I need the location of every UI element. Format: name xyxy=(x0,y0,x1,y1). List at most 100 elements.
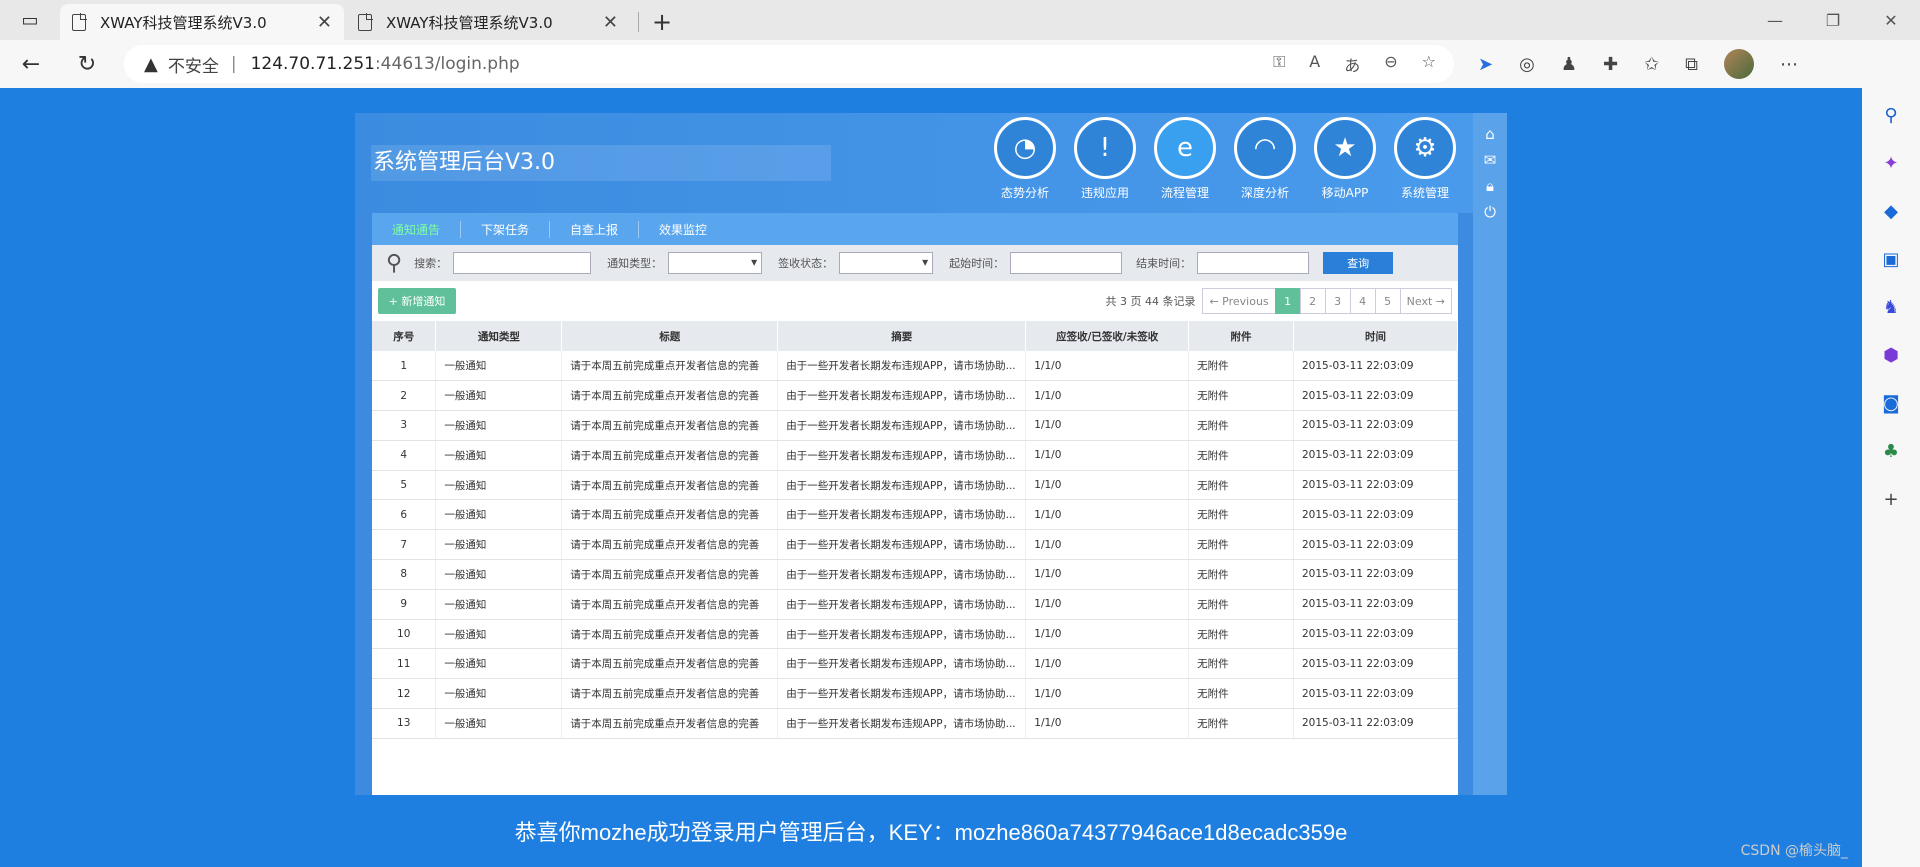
table-cell: 1/1/0 xyxy=(1025,619,1190,650)
module-label: 流程管理 xyxy=(1160,186,1209,200)
page-button-3[interactable]: 3 xyxy=(1324,288,1351,314)
page-button-5[interactable]: 5 xyxy=(1374,288,1401,314)
search-icon[interactable]: ⚲ xyxy=(1880,104,1902,126)
table-cell: 1/1/0 xyxy=(1025,708,1190,739)
zoom-out-icon[interactable]: ⊖ xyxy=(1384,52,1397,76)
collections-icon[interactable]: ⧉ xyxy=(1685,54,1698,75)
profile-avatar[interactable] xyxy=(1724,49,1754,79)
next-page-button[interactable]: Next → xyxy=(1399,288,1452,314)
table-cell: 由于一些开发者长期发布违规APP，请市场协助... xyxy=(777,559,1027,590)
new-tab-button[interactable]: + xyxy=(647,4,677,40)
close-window-icon[interactable]: ✕ xyxy=(1862,0,1920,40)
close-tab-icon[interactable]: ✕ xyxy=(603,12,618,33)
mail-icon[interactable]: ✉ xyxy=(1484,151,1497,169)
insecure-label[interactable]: 不安全 xyxy=(168,52,219,77)
close-tab-icon[interactable]: ✕ xyxy=(317,12,332,33)
table-header-row: 序号 通知类型 标题 摘要 应签收/已签收/未签收 附件 时间 xyxy=(372,321,1458,351)
table-row[interactable]: 13 一般通知 请于本周五前完成重点开发者信息的完善 由于一些开发者长期发布违规APP… xyxy=(372,708,1458,739)
table-row[interactable]: 4 一般通知 请于本周五前完成重点开发者信息的完善 由于一些开发者长期发布违规APP，… xyxy=(372,440,1458,471)
outlook-icon[interactable]: ◙ xyxy=(1880,392,1902,414)
restore-icon[interactable]: ❐ xyxy=(1804,0,1862,40)
favorites-icon[interactable]: ✩ xyxy=(1644,54,1659,75)
table-cell: 由于一些开发者长期发布违规APP，请市场协助... xyxy=(777,648,1027,680)
query-button[interactable]: 查询 xyxy=(1323,252,1394,274)
people-icon[interactable]: ♞ xyxy=(1880,296,1902,318)
subtab-1[interactable]: 通知通告 xyxy=(392,220,462,238)
table-cell: 请于本周五前完成重点开发者信息的完善 xyxy=(561,470,779,501)
module-4[interactable]: ◠ 深度分析 xyxy=(1230,117,1300,201)
table-cell: 6 xyxy=(372,499,437,531)
refresh-icon[interactable]: ↻ xyxy=(62,44,112,84)
table-row[interactable]: 12 一般通知 请于本周五前完成重点开发者信息的完善 由于一些开发者长期发布违规APP… xyxy=(372,678,1458,710)
start-time-input[interactable] xyxy=(1010,252,1123,274)
back-arrow-icon[interactable]: ← xyxy=(6,44,56,84)
table-cell: 2015-03-11 22:03:09 xyxy=(1293,410,1458,441)
home-icon[interactable]: ⌂ xyxy=(1485,125,1495,143)
previous-page-button[interactable]: ← Previous xyxy=(1202,288,1276,314)
table-row[interactable]: 1 一般通知 请于本周五前完成重点开发者信息的完善 由于一些开发者长期发布违规APP，… xyxy=(372,351,1458,382)
tab-actions-icon[interactable]: ▭ xyxy=(0,0,60,40)
sign-status-select[interactable] xyxy=(839,252,934,274)
page-button-1[interactable]: 1 xyxy=(1274,288,1301,314)
extension-spy-icon[interactable]: ♟ xyxy=(1561,54,1577,75)
module-5[interactable]: ★ 移动APP xyxy=(1310,117,1380,201)
window-controls: — ❐ ✕ xyxy=(1746,0,1920,40)
table-row[interactable]: 3 一般通知 请于本周五前完成重点开发者信息的完善 由于一些开发者长期发布违规APP，… xyxy=(372,410,1458,441)
table-row[interactable]: 9 一般通知 请于本周五前完成重点开发者信息的完善 由于一些开发者长期发布违规APP，… xyxy=(372,589,1458,620)
power-icon[interactable]: ⏻ xyxy=(1484,203,1496,221)
page-button-2[interactable]: 2 xyxy=(1299,288,1326,314)
page-button-4[interactable]: 4 xyxy=(1349,288,1376,314)
tools-icon[interactable]: ▣ xyxy=(1880,248,1902,270)
shopping-tag-icon[interactable]: ◆ xyxy=(1880,200,1902,222)
key-icon[interactable]: ⚿ xyxy=(1273,52,1285,76)
read-aloud-icon[interactable]: A xyxy=(1309,52,1320,76)
address-bar-icons: ⚿ A あ ⊖ ☆ xyxy=(1273,52,1454,76)
module-1[interactable]: ◔ 态势分析 xyxy=(990,117,1060,201)
module-6[interactable]: ⚙ 系统管理 xyxy=(1390,117,1460,201)
lock-icon[interactable]: 🔒︎ xyxy=(1486,177,1494,195)
office-icon[interactable]: ⬢ xyxy=(1880,344,1902,366)
settings-window-icon: ⚙ xyxy=(1394,117,1456,179)
table-cell: 一般通知 xyxy=(435,380,563,412)
table-cell: 2015-03-11 22:03:09 xyxy=(1293,440,1458,471)
extensions-icon[interactable]: ✚ xyxy=(1603,54,1618,75)
extension-bird-icon[interactable]: ➤ xyxy=(1478,54,1493,75)
table-row[interactable]: 5 一般通知 请于本周五前完成重点开发者信息的完善 由于一些开发者长期发布违规APP，… xyxy=(372,470,1458,501)
subtab-3[interactable]: 自查上报 xyxy=(550,220,640,238)
more-menu-icon[interactable]: ⋯ xyxy=(1780,54,1798,75)
table-row[interactable]: 8 一般通知 请于本周五前完成重点开发者信息的完善 由于一些开发者长期发布违规APP，… xyxy=(372,559,1458,590)
add-icon[interactable]: + xyxy=(1880,488,1902,510)
copilot-icon[interactable]: ✦ xyxy=(1880,152,1902,174)
table-cell: 无附件 xyxy=(1188,529,1294,561)
table-cell: 11 xyxy=(372,648,437,680)
tree-icon[interactable]: ♣ xyxy=(1880,440,1902,462)
table-cell: 请于本周五前完成重点开发者信息的完善 xyxy=(561,589,779,620)
table-row[interactable]: 11 一般通知 请于本周五前完成重点开发者信息的完善 由于一些开发者长期发布违规APP… xyxy=(372,648,1458,680)
notice-type-select[interactable] xyxy=(668,252,763,274)
table-cell: 13 xyxy=(372,708,437,739)
subtab-2[interactable]: 下架任务 xyxy=(461,220,551,238)
translate-icon[interactable]: あ xyxy=(1344,52,1360,76)
table-cell: 9 xyxy=(372,589,437,620)
extension-circle-icon[interactable]: ◎ xyxy=(1519,54,1535,75)
column-header: 标题 xyxy=(561,321,779,351)
address-bar[interactable]: ▲ 不安全 | 124.70.71.251 :44613/login.php ⚿… xyxy=(124,45,1454,83)
table-row[interactable]: 7 一般通知 请于本周五前完成重点开发者信息的完善 由于一些开发者长期发布违规APP，… xyxy=(372,529,1458,561)
add-notice-button[interactable]: + 新增通知 xyxy=(378,288,456,314)
end-time-input[interactable] xyxy=(1197,252,1310,274)
module-3[interactable]: e 流程管理 xyxy=(1150,117,1220,201)
table-cell: 无附件 xyxy=(1188,648,1294,680)
module-2[interactable]: ! 违规应用 xyxy=(1070,117,1140,201)
table-row[interactable]: 6 一般通知 请于本周五前完成重点开发者信息的完善 由于一些开发者长期发布违规APP，… xyxy=(372,499,1458,531)
minimize-icon[interactable]: — xyxy=(1746,0,1804,40)
table-row[interactable]: 2 一般通知 请于本周五前完成重点开发者信息的完善 由于一些开发者长期发布违规APP，… xyxy=(372,380,1458,412)
browser-tab-2[interactable]: XWAY科技管理系统V3.0 ✕ xyxy=(346,4,630,40)
document-icon xyxy=(72,12,87,31)
add-favorite-icon[interactable]: ☆ xyxy=(1422,52,1436,76)
start-time-label: 起始时间： xyxy=(949,257,1005,270)
search-input[interactable] xyxy=(453,252,592,274)
table-row[interactable]: 10 一般通知 请于本周五前完成重点开发者信息的完善 由于一些开发者长期发布违规APP… xyxy=(372,619,1458,650)
browser-tab-1[interactable]: XWAY科技管理系统V3.0 ✕ xyxy=(60,4,344,40)
subtab-4[interactable]: 效果监控 xyxy=(639,221,727,238)
table-cell: 2 xyxy=(372,380,437,412)
